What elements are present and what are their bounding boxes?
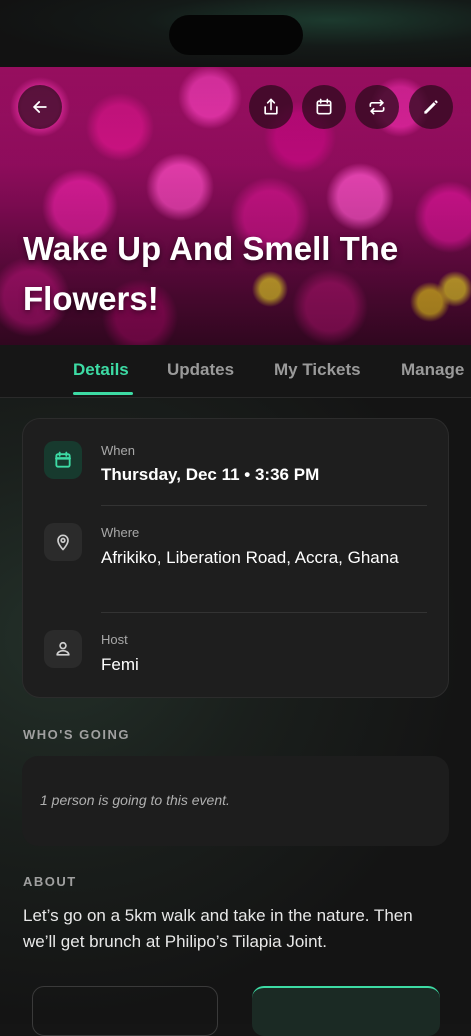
share-icon bbox=[264, 98, 278, 115]
about-description: Let’s go on a 5km walk and take in the n… bbox=[23, 906, 413, 951]
repeat-icon bbox=[369, 99, 385, 115]
active-tab-indicator bbox=[73, 392, 133, 395]
repost-button[interactable] bbox=[355, 85, 399, 129]
event-cover-image: Wake Up And Smell The Flowers! bbox=[0, 67, 471, 345]
camera-notch bbox=[169, 15, 303, 55]
whos-going-heading: WHO'S GOING bbox=[23, 727, 130, 742]
tab-bar: Details Updates My Tickets Manage bbox=[0, 345, 471, 398]
calendar-icon bbox=[55, 451, 71, 468]
tab-my-tickets[interactable]: My Tickets bbox=[274, 345, 361, 397]
about-heading: ABOUT bbox=[23, 874, 77, 889]
where-label: Where bbox=[101, 525, 140, 540]
host-value[interactable]: Femi bbox=[101, 653, 139, 677]
share-button[interactable] bbox=[249, 85, 293, 129]
arrow-left-icon bbox=[33, 101, 47, 113]
host-icon-badge bbox=[44, 630, 82, 668]
whos-going-box[interactable]: 1 person is going to this event. bbox=[22, 756, 449, 846]
primary-action-button[interactable] bbox=[252, 986, 440, 1036]
where-value[interactable]: Afrikiko, Liberation Road, Accra, Ghana bbox=[101, 546, 401, 570]
divider bbox=[101, 612, 427, 613]
divider bbox=[101, 505, 427, 506]
tab-details[interactable]: Details bbox=[73, 345, 129, 397]
pencil-icon bbox=[424, 100, 438, 114]
person-icon bbox=[56, 641, 70, 656]
secondary-action-button[interactable] bbox=[32, 986, 218, 1036]
tab-updates[interactable]: Updates bbox=[167, 345, 234, 397]
edit-event-button[interactable] bbox=[409, 85, 453, 129]
map-pin-icon bbox=[57, 534, 69, 551]
where-icon-badge bbox=[44, 523, 82, 561]
when-label: When bbox=[101, 443, 135, 458]
when-value: Thursday, Dec 11 • 3:36 PM bbox=[101, 465, 320, 484]
status-bar bbox=[0, 0, 471, 67]
event-details-card: When Thursday, Dec 11 • 3:36 PM Where Af… bbox=[22, 418, 449, 698]
calendar-icon bbox=[316, 98, 332, 115]
back-button[interactable] bbox=[18, 85, 62, 129]
add-to-calendar-button[interactable] bbox=[302, 85, 346, 129]
tab-manage[interactable]: Manage bbox=[401, 345, 464, 397]
attendee-count-text: 1 person is going to this event. bbox=[40, 792, 230, 808]
host-label: Host bbox=[101, 632, 128, 647]
when-icon-badge bbox=[44, 441, 82, 479]
event-title: Wake Up And Smell The Flowers! bbox=[23, 230, 399, 317]
